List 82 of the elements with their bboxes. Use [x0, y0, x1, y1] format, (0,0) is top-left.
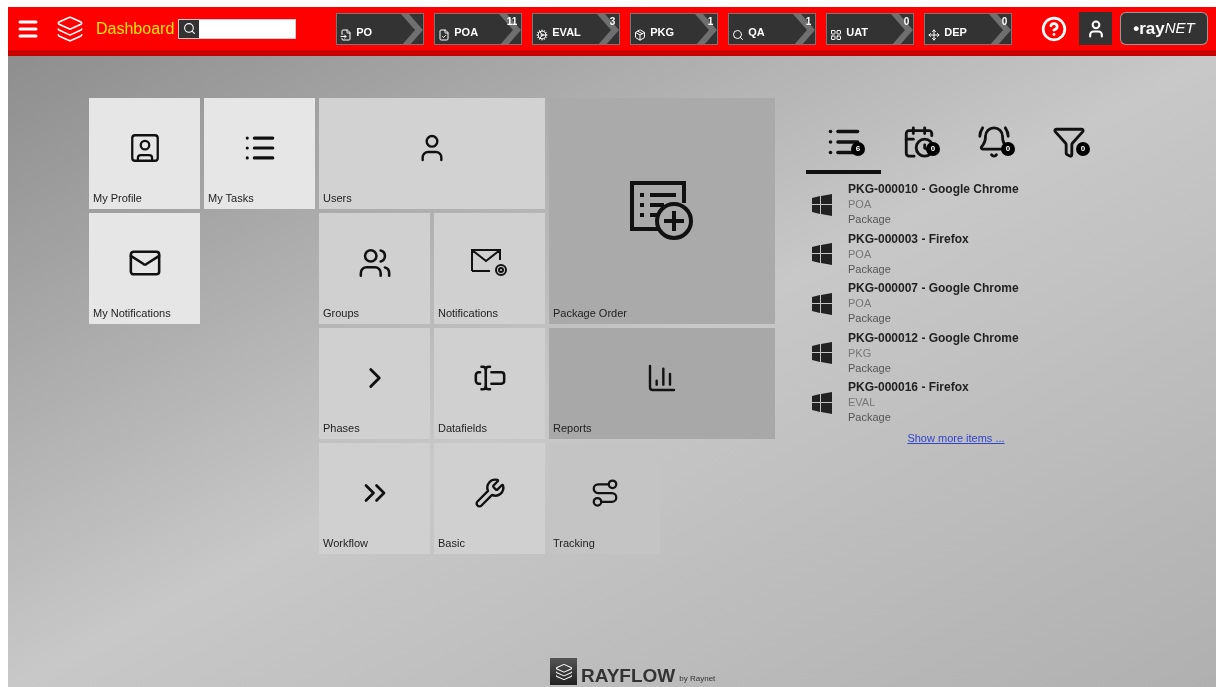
page-title: Dashboard [96, 18, 175, 39]
count-badge: 6 [851, 142, 865, 156]
chevron-arrow-icon [597, 13, 620, 44]
chevron-arrow-icon [401, 13, 424, 44]
dashboard-tile[interactable]: Users [319, 98, 545, 209]
chevron-arrow-icon [891, 13, 914, 44]
dashboard-tile[interactable]: My Tasks [204, 98, 315, 209]
item-type: Package [848, 261, 892, 277]
list-plus-icon [628, 179, 696, 243]
mail-gear-icon [469, 246, 510, 279]
count-label: 0 [903, 14, 910, 29]
item-title[interactable]: PKG-000010 - Google Chrome [848, 182, 1019, 198]
item-title[interactable]: PKG-000003 - Firefox [848, 231, 969, 247]
dashboard-tile[interactable]: My Profile [89, 98, 200, 209]
item-title[interactable]: PKG-000012 - Google Chrome [848, 330, 1019, 346]
filter-icon [1051, 125, 1086, 159]
show-more-link[interactable]: Show more items ... [907, 429, 1005, 446]
file-arrow-icon [340, 28, 353, 41]
dashboard-tile[interactable]: Groups [319, 213, 430, 324]
dashboard-tile[interactable]: My Notifications [89, 213, 200, 324]
count-label: 1 [805, 14, 812, 29]
dashboard-tile[interactable]: Package Order [549, 98, 775, 324]
count-badge: 0 [1076, 142, 1090, 156]
item-title[interactable]: PKG-000007 - Google Chrome [848, 281, 1019, 297]
package-icon [634, 28, 647, 41]
item-phase: POA [848, 197, 873, 213]
file-check-icon [438, 28, 451, 41]
search-icon [182, 22, 196, 35]
dashboard-tile[interactable]: Basic [434, 443, 545, 554]
windows-icon [812, 292, 832, 315]
chevron-arrow-icon [499, 13, 522, 44]
grid-icon [830, 28, 843, 41]
search-field[interactable] [178, 18, 297, 39]
item-type: Package [848, 311, 892, 327]
item-type: Package [848, 212, 892, 228]
chevron-arrow-icon [793, 13, 816, 44]
windows-icon [812, 243, 832, 266]
dashboard-tile[interactable]: Reports [549, 328, 775, 439]
count-badge: 0 [926, 142, 940, 156]
chevron-arrow-icon [989, 13, 1012, 44]
dashboard-tile[interactable]: Workflow [319, 443, 430, 554]
move-icon [928, 28, 941, 41]
count-label: 3 [609, 14, 616, 29]
windows-icon [812, 342, 832, 365]
raynet-logo: •rayNET [1120, 12, 1208, 45]
item-phase: EVAL [848, 395, 877, 411]
brand-name: RAYFLOW [581, 666, 676, 685]
item-phase: POA [848, 246, 873, 262]
wrench-icon [473, 476, 506, 509]
phase-button[interactable]: EVAL 3 [532, 12, 621, 45]
phase-button[interactable]: PO [336, 12, 425, 45]
chevron-arrow-icon [695, 13, 718, 44]
dashboard-tile[interactable]: Datafields [434, 328, 545, 439]
phase-button[interactable]: PKG 1 [630, 12, 719, 45]
dashboard-tile[interactable]: Notifications [434, 213, 545, 324]
panel-tab[interactable]: 0 [881, 114, 956, 174]
count-label: 0 [1001, 14, 1008, 29]
layers-logo-icon [56, 14, 84, 43]
phase-button[interactable]: UAT 0 [826, 12, 915, 45]
cogs-icon [536, 28, 549, 41]
item-phase: PKG [848, 345, 873, 361]
dashboard-tile[interactable]: Phases [319, 328, 430, 439]
help-icon[interactable] [1041, 15, 1067, 42]
count-badge: 0 [1001, 142, 1015, 156]
user-button[interactable] [1079, 12, 1112, 45]
item-type: Package [848, 410, 892, 426]
phase-button[interactable]: POA 11 [434, 12, 523, 45]
panel-tab[interactable]: 6 [806, 114, 881, 174]
bell-icon [976, 125, 1011, 159]
panel-tab[interactable]: 0 [1031, 114, 1106, 174]
windows-icon [812, 193, 832, 216]
phase-button[interactable]: QA 1 [728, 12, 817, 45]
count-label: 11 [506, 14, 518, 29]
item-title[interactable]: PKG-000016 - Firefox [848, 380, 969, 396]
panel-tab[interactable]: 0 [956, 114, 1031, 174]
magnifier-icon [732, 28, 745, 41]
windows-icon [812, 391, 832, 414]
phase-button[interactable]: DEP 0 [924, 12, 1013, 45]
brand-byline: by Raynet [679, 673, 716, 685]
item-phase: POA [848, 296, 873, 312]
item-type: Package [848, 360, 892, 376]
count-label: 1 [707, 14, 714, 29]
